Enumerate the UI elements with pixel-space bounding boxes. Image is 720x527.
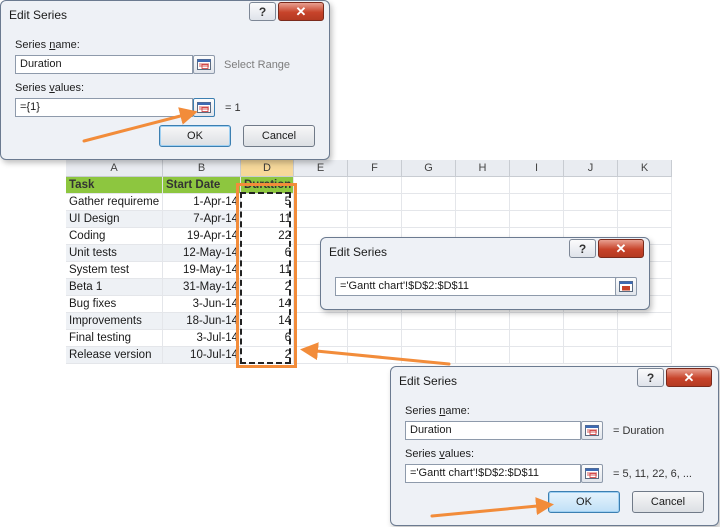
- annotation-arrows: [82, 107, 554, 518]
- arrow-to-range-button: [82, 107, 198, 143]
- arrow-to-selected-range: [300, 342, 451, 366]
- arrow-to-ok-button: [430, 497, 554, 518]
- screenshot-stage: A B D E F G H I J K Task Start Date Duration Gather r…: [0, 0, 720, 527]
